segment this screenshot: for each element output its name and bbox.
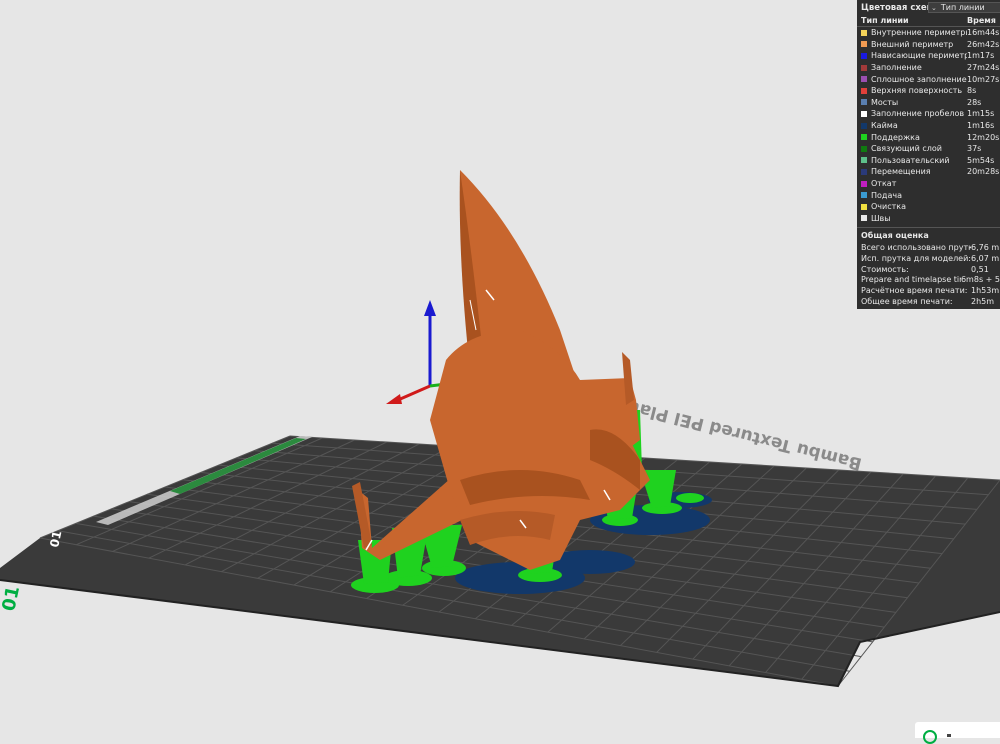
legend-row[interactable]: Швы [857,213,1000,225]
legend-row[interactable]: Внешний периметр 26m42s [857,39,1000,51]
legend-row[interactable]: Связующий слой 37s [857,143,1000,155]
legend-row-time: 1m16s [967,121,995,131]
summary-row: Расчётное время печати: 1h53m [857,285,1000,296]
summary-label: Исп. прутка для моделей: [861,253,971,263]
legend-row[interactable]: Заполнение 27m24s [857,62,1000,74]
legend-row[interactable]: Кайма 1m16s [857,120,1000,132]
color-swatch-icon [861,87,867,94]
color-swatch-icon [861,192,867,199]
color-swatch-icon [861,29,867,36]
legend-row-label: Мосты [871,97,899,107]
legend-row-time: 20m28s [967,167,1000,177]
axis-x [397,384,431,402]
line-type-dropdown[interactable]: ⌄ Тип линии [928,2,1000,13]
col-time: Время [967,16,996,25]
color-swatch-icon [861,52,867,59]
color-swatch-icon [861,203,867,210]
legend-row[interactable]: Пользовательский 5m54s [857,155,1000,167]
summary-value: 1h53m [971,286,1000,296]
legend-row-time: 27m24s [967,63,1000,73]
summary-value: 2h5m [971,296,995,306]
legend-row-label: Откат [871,179,897,189]
legend-row[interactable]: Поддержка 12m20s [857,131,1000,143]
legend-row-label: Внутренние периметры [871,28,967,38]
color-swatch-icon [861,76,867,83]
color-swatch-icon [861,122,867,129]
color-swatch-icon [861,99,867,106]
legend-row-label: Пользовательский [871,155,950,165]
legend-panel: Цветовая схема ⌄ Тип линии Тип линии Вре… [857,0,1000,309]
legend-row-label: Верхняя поверхность [871,86,963,96]
axis-x-arrow [386,394,402,404]
legend-row-time: 1m17s [967,51,995,61]
color-swatch-icon [861,145,867,152]
summary-row: Общее время печати: 2h5m [857,296,1000,307]
summary-value: 6,76 m [971,242,1000,252]
legend-row-label: Заполнение пробелов [871,109,965,119]
legend-column-header: Тип линии Время [857,15,1000,27]
legend-row-label: Внешний периметр [871,39,954,49]
legend-row[interactable]: Подача [857,189,1000,201]
summary-value: 6m8s + 5 [960,275,1000,285]
legend-row[interactable]: Верхняя поверхность 8s [857,85,1000,97]
legend-row[interactable]: Перемещения 20m28s [857,166,1000,178]
summary-row: Всего использовано прутка: 6,76 m [857,242,1000,253]
plate-number[interactable]: 01 [0,584,24,613]
summary-row: Стоимость: 0,51 [857,264,1000,275]
legend-row[interactable]: Нависающие периметры 1m17s [857,50,1000,62]
chevron-down-icon: ⌄ [931,3,937,12]
3d-viewport[interactable]: 01 01 Bambu Textured PEI Plate [0,0,1000,738]
color-swatch-icon [861,64,867,71]
color-swatch-icon [861,134,867,141]
legend-row[interactable]: Заполнение пробелов 1m15s [857,108,1000,120]
status-ring-icon [923,730,937,744]
legend-row[interactable]: Сплошное заполнение 10m27s [857,73,1000,85]
legend-row-time: 8s [967,86,977,96]
summary-row: Исп. прутка для моделей: 6,07 m [857,253,1000,264]
legend-row-label: Перемещения [871,167,931,177]
color-swatch-icon [861,180,867,187]
legend-row-time: 10m27s [967,74,1000,84]
legend-row-label: Нависающие периметры [871,51,967,61]
scene-canvas[interactable]: 01 01 Bambu Textured PEI Plate [0,0,1000,738]
status-dot-icon [947,734,951,737]
legend-row-time: 16m44s [967,28,1000,38]
legend-row-label: Заполнение [871,63,922,73]
legend-row-time: 1m15s [967,109,995,119]
legend-row-time: 37s [967,144,982,154]
legend-row-label: Очистка [871,202,907,212]
summary-label: Стоимость: [861,264,909,274]
summary-row: Prepare and timelapse time:6m8s + 5 [857,274,1000,285]
legend-row-time: 28s [967,97,982,107]
legend-row[interactable]: Внутренние периметры 16m44s [857,27,1000,39]
color-swatch-icon [861,215,867,222]
dropdown-value: Тип линии [940,3,985,12]
summary-label: Всего использовано прутка: [861,242,971,252]
color-swatch-icon [861,157,867,164]
summary-label: Расчётное время печати: [861,286,968,296]
color-swatch-icon [861,168,867,175]
col-line-type: Тип линии [861,16,909,25]
legend-row-label: Швы [871,213,891,223]
summary-value: 0,51 [971,264,989,274]
corner-status-button[interactable] [915,722,1000,744]
legend-row-time: 12m20s [967,132,1000,142]
color-swatch-icon [861,41,867,48]
color-swatch-icon [861,110,867,117]
summary-label: Prepare and timelapse time: [861,275,961,285]
summary-value: 6,07 m [971,253,1000,263]
summary-title: Общая оценка [857,227,1000,242]
legend-row-label: Подача [871,190,902,200]
legend-row-label: Сплошное заполнение [871,74,967,84]
legend-row-time: 5m54s [967,155,995,165]
axis-z-arrow [424,300,436,316]
legend-row[interactable]: Мосты 28s [857,97,1000,109]
legend-row-label: Кайма [871,121,898,131]
legend-row[interactable]: Откат [857,178,1000,190]
legend-row-label: Поддержка [871,132,920,142]
legend-row-time: 26m42s [967,39,1000,49]
summary-label: Общее время печати: [861,296,953,306]
legend-row-label: Связующий слой [871,144,942,154]
legend-row[interactable]: Очистка [857,201,1000,213]
